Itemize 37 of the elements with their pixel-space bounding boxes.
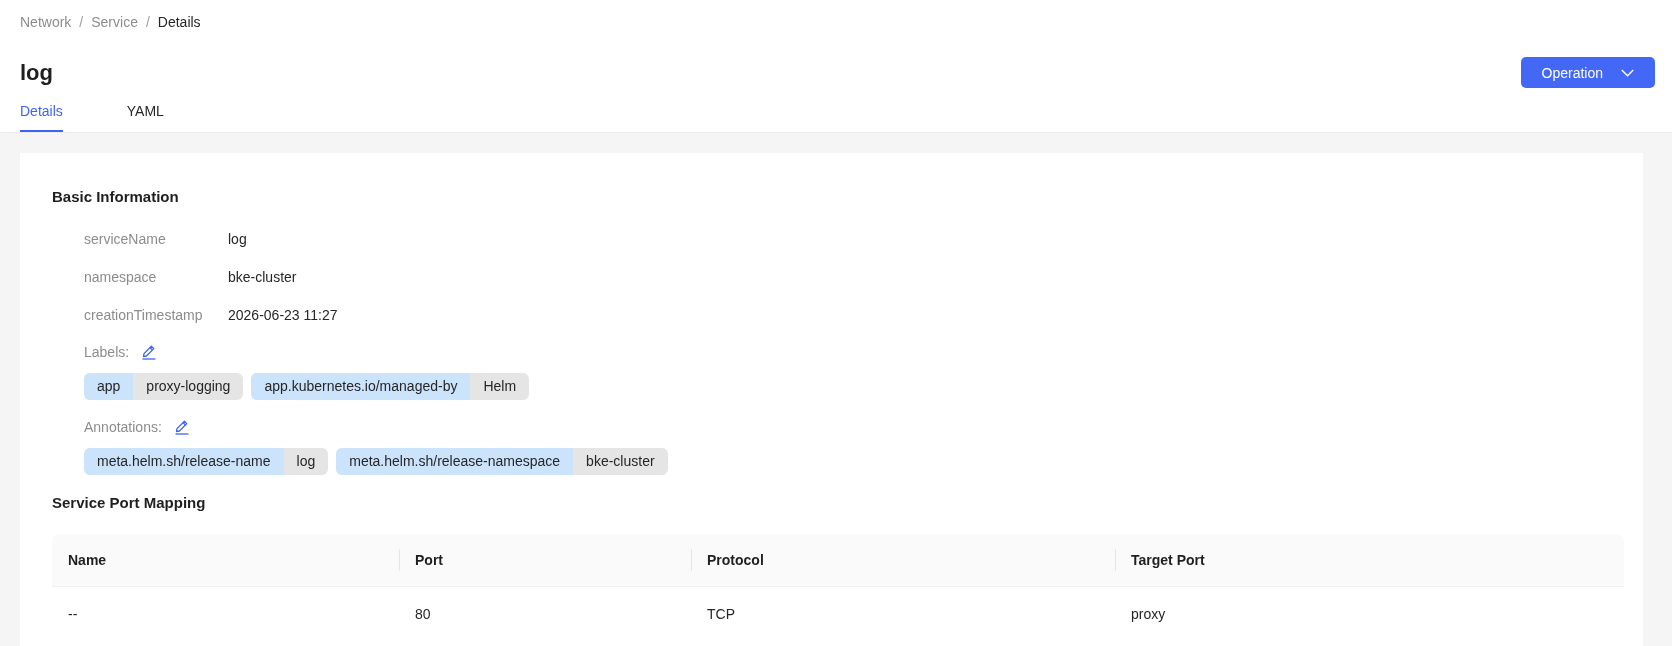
breadcrumb-link[interactable]: Network (20, 11, 72, 33)
column-header: Name (67, 551, 108, 570)
field-label: serviceName (84, 231, 167, 247)
section-heading: Basic Information (52, 187, 180, 207)
breadcrumb-current: Details (157, 13, 201, 32)
tag-key: app.kubernetes.io/managed-by (251, 373, 471, 400)
section-heading: Service Port Mapping (52, 493, 207, 513)
operation-button[interactable]: Operation (1520, 57, 1655, 88)
tab[interactable]: YAML (126, 100, 164, 132)
tag-key: meta.helm.sh/release-name (84, 448, 284, 475)
column-header: Target Port (1115, 549, 1624, 571)
tag-value: log (295, 452, 317, 471)
breadcrumb-link[interactable]: Service (91, 11, 138, 33)
tag-value: Helm (482, 377, 518, 396)
field-label: creationTimestamp (84, 307, 204, 323)
table-cell-text: 80 (414, 606, 432, 622)
chevron-down-icon (1621, 68, 1634, 77)
breadcrumb-separator: / (145, 13, 150, 32)
tag-value: bke-cluster (585, 452, 656, 471)
field-value: bke-cluster (228, 269, 297, 285)
table-cell-text: TCP (706, 606, 736, 622)
labels-caption: Labels: (84, 344, 130, 360)
page-title: log (20, 58, 53, 87)
breadcrumb-separator: / (79, 13, 84, 32)
column-header: Protocol (691, 549, 1115, 571)
tag-value: proxy-logging (145, 377, 232, 396)
field-label: namespace (84, 269, 158, 285)
field-value: log (228, 231, 247, 247)
pencil-icon[interactable] (173, 419, 190, 435)
pencil-icon[interactable] (141, 344, 158, 360)
tag-key: meta.helm.sh/release-namespace (336, 448, 574, 475)
tag-key: app (84, 373, 134, 400)
table-cell-text: -- (67, 606, 79, 622)
annotations-caption: Annotations: (84, 419, 162, 435)
column-header: Port (399, 549, 691, 571)
field-value: 2026-06-23 11:27 (228, 307, 338, 323)
table-cell-text: proxy (1130, 606, 1167, 622)
